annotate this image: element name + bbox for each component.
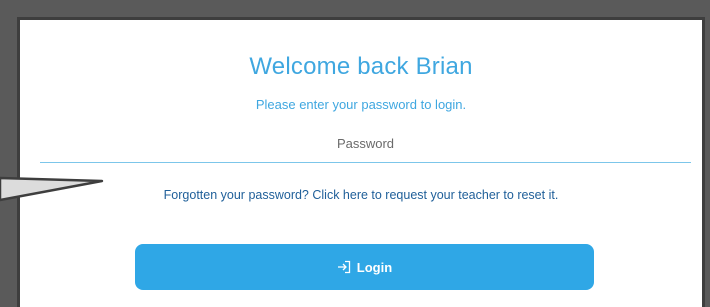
login-button-label: Login: [356, 259, 393, 275]
welcome-title: Welcome back Brian: [249, 53, 473, 80]
login-instructions: Please enter your password to login.: [255, 97, 467, 112]
callout-pointer: [0, 176, 104, 202]
login-arrow-icon: [337, 260, 351, 274]
login-button[interactable]: Login: [135, 244, 594, 290]
